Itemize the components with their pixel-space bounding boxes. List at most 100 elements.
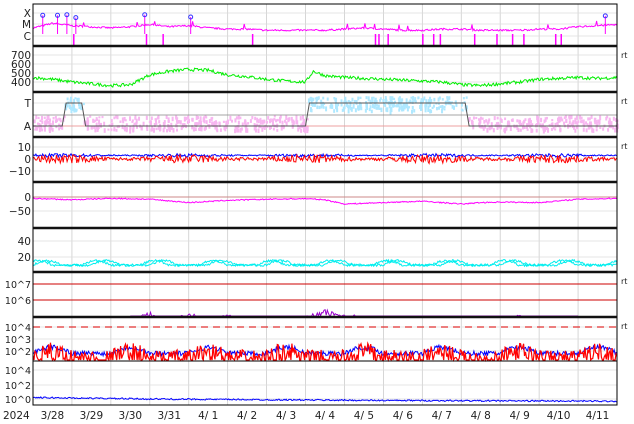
imf-scatter-point <box>93 126 96 130</box>
imf-scatter-point <box>291 119 294 124</box>
imf-scatter-point <box>58 127 61 131</box>
imf-scatter-point <box>271 121 274 127</box>
imf-scatter-point <box>499 124 502 130</box>
x-tick-label: 4/ 4 <box>315 410 336 422</box>
imf-scatter-point <box>438 106 441 110</box>
imf-scatter-point <box>585 128 588 133</box>
imf-scatter-point <box>171 116 174 122</box>
x-tick-label: 4/ 8 <box>471 410 491 422</box>
imf-scatter-point <box>35 125 38 131</box>
imf-scatter-point <box>391 104 394 108</box>
imf-scatter-point <box>406 104 409 109</box>
imf-scatter-point <box>115 115 118 119</box>
imf-scatter-point <box>443 105 446 109</box>
imf-scatter-point <box>237 120 240 125</box>
imf-scatter-point <box>198 120 201 125</box>
imf-scatter-point <box>316 96 319 102</box>
imf-scatter-point <box>149 120 152 124</box>
imf-scatter-point <box>552 126 555 130</box>
imf-scatter-point <box>496 127 499 130</box>
y-tick-label: 10 <box>18 142 31 154</box>
solar-wind-speed-line <box>32 67 618 88</box>
imf-scatter-point <box>579 115 582 120</box>
imf-scatter-point <box>333 96 336 100</box>
imf-scatter-point <box>612 116 615 121</box>
grid <box>33 4 617 405</box>
imf-scatter-point <box>388 103 391 109</box>
imf-scatter-point <box>73 98 76 103</box>
imf-scatter-point <box>405 98 408 103</box>
imf-scatter-point <box>386 107 389 113</box>
imf-scatter-point <box>510 119 513 122</box>
imf-scatter-point <box>219 128 222 132</box>
imf-scatter-point <box>226 119 229 125</box>
y-tick-label: 10^4 <box>5 366 31 377</box>
imf-scatter-point <box>191 117 194 122</box>
imf-scatter-point <box>247 122 250 125</box>
imf-scatter-point <box>155 122 158 125</box>
imf-scatter-point <box>72 106 75 111</box>
imf-scatter-point <box>291 124 294 129</box>
realtime-marker: rt <box>621 97 627 106</box>
imf-scatter-point <box>378 107 381 110</box>
imf-scatter-point <box>397 97 400 101</box>
imf-scatter-point <box>41 120 44 124</box>
imf-scatter-point <box>306 126 309 132</box>
y-tick-label: 0 <box>24 192 31 204</box>
realtime-marker: rt <box>621 322 627 331</box>
imf-scatter-point <box>577 120 580 123</box>
imf-scatter-point <box>588 117 591 121</box>
imf-scatter-point <box>94 119 97 122</box>
imf-scatter-point <box>379 99 382 102</box>
imf-scatter-point <box>582 119 585 125</box>
imf-scatter-point <box>413 109 416 113</box>
imf-scatter-point <box>325 106 328 112</box>
x-tick-label: 3/31 <box>157 410 181 422</box>
realtime-marker: rt <box>621 51 627 60</box>
imf-scatter-point <box>66 97 69 101</box>
imf-scatter-point <box>370 109 373 114</box>
imf-scatter-point <box>187 118 190 123</box>
imf-scatter-point <box>205 120 208 124</box>
electron-flux-line <box>130 308 579 318</box>
imf-scatter-point <box>371 97 374 100</box>
imf-scatter-point <box>499 117 502 121</box>
x-tick-label: 4/ 5 <box>354 410 374 422</box>
imf-scatter-point <box>113 116 116 120</box>
imf-scatter-point <box>234 118 237 123</box>
imf-scatter-point <box>33 119 36 124</box>
imf-scatter-point <box>234 128 237 134</box>
imf-scatter-point <box>123 127 126 130</box>
imf-scatter-point <box>396 104 399 107</box>
y-tick-label: 20 <box>18 252 31 264</box>
imf-scatter-point <box>211 116 214 120</box>
imf-scatter-point <box>179 120 182 125</box>
imf-scatter-point <box>52 116 55 120</box>
imf-scatter-point <box>86 126 89 131</box>
imf-scatter-point <box>157 126 160 130</box>
imf-scatter-point <box>125 128 128 133</box>
imf-scatter-point <box>275 119 278 123</box>
imf-scatter-point <box>540 117 543 123</box>
imf-scatter-point <box>176 120 179 125</box>
imf-scatter-point <box>200 126 203 130</box>
imf-scatter-point <box>276 118 279 122</box>
imf-scatter-point <box>246 128 249 133</box>
panel-frame <box>32 3 618 47</box>
imf-scatter-point <box>475 116 478 120</box>
imf-scatter-point <box>76 97 79 102</box>
imf-scatter-point <box>593 117 596 123</box>
imf-scatter-point <box>451 104 454 109</box>
imf-scatter-point <box>488 118 491 122</box>
imf-scatter-point <box>375 100 378 103</box>
imf-scatter-point <box>563 121 566 125</box>
x-tick-label: 4/ 1 <box>198 410 218 422</box>
imf-scatter-point <box>44 120 47 124</box>
y-tick-label: 10^3 <box>5 335 31 346</box>
imf-scatter-point <box>302 115 305 120</box>
imf-scatter-point <box>343 105 346 110</box>
imf-scatter-point <box>448 96 451 100</box>
imf-scatter-point <box>40 126 43 131</box>
imf-scatter-point <box>326 97 329 101</box>
imf-scatter-point <box>340 103 343 107</box>
